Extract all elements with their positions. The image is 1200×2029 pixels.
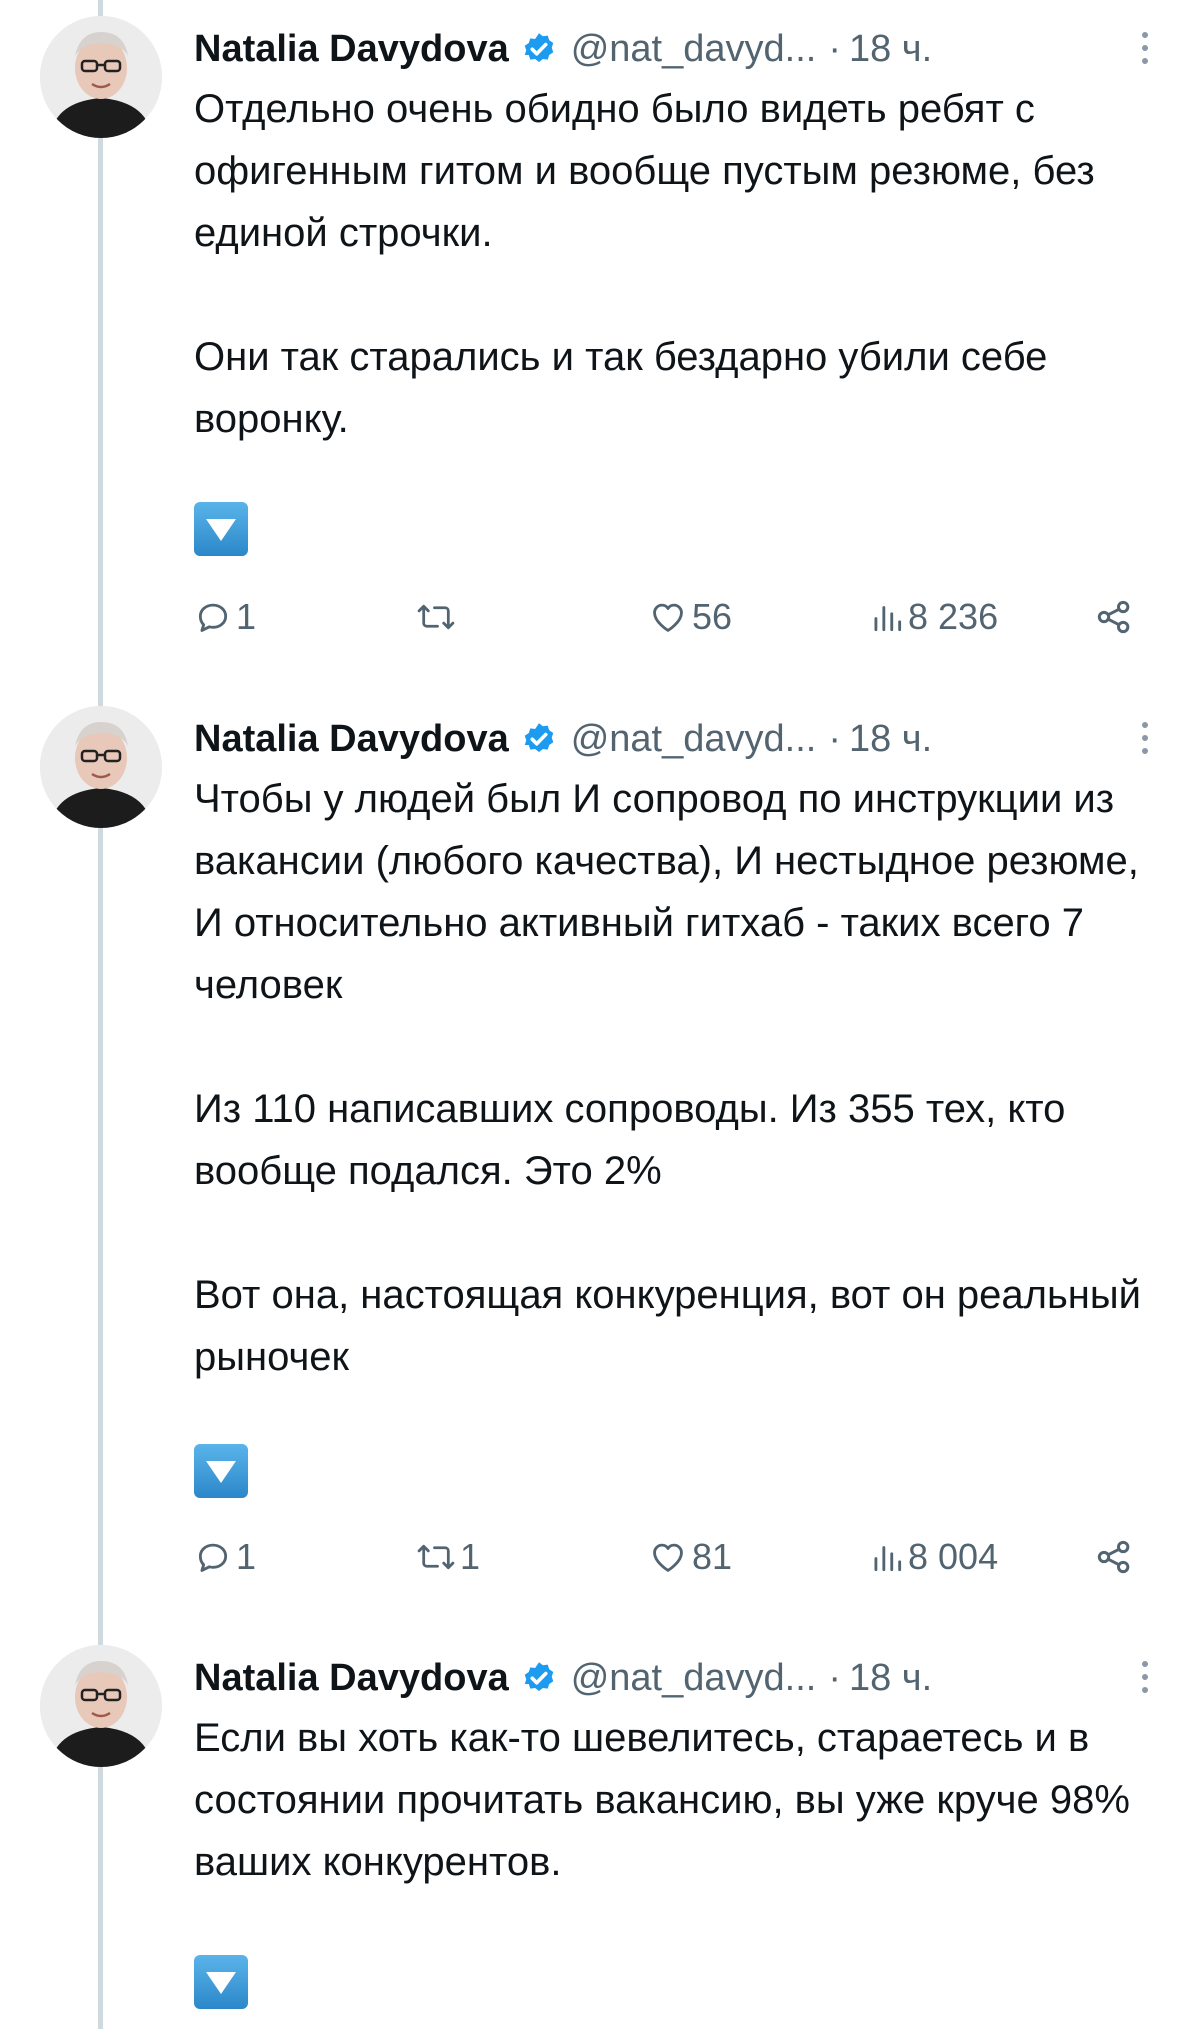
separator-dot: · — [828, 717, 841, 760]
like-count: 56 — [692, 596, 733, 637]
tweet-text: Чтобы у людей был И сопровод по инструкц… — [194, 768, 1176, 1388]
share-icon — [1097, 1540, 1130, 1574]
views-icon — [874, 1546, 902, 1572]
tweet-header: Natalia Davydova @nat_davyd... · 18 ч. — [194, 1653, 1160, 1703]
avatar[interactable] — [40, 706, 162, 828]
like-count: 81 — [692, 1536, 733, 1577]
tweet-text: Если вы хоть как-то шевелитесь, стараете… — [194, 1707, 1176, 1893]
author-name[interactable]: Natalia Davydova — [194, 28, 509, 71]
more-options-icon[interactable] — [1142, 1661, 1150, 1695]
verified-badge-icon — [521, 1660, 557, 1696]
heart-icon — [653, 603, 683, 632]
repost-icon — [417, 604, 455, 630]
separator-dot: · — [828, 27, 841, 70]
tweet-actions: 1 56 8 236 — [194, 592, 1146, 642]
views-count: 8 236 — [908, 596, 999, 637]
tweet-actions: 1 1 81 8 004 — [194, 1532, 1146, 1582]
repost-button[interactable] — [416, 592, 460, 642]
avatar[interactable] — [40, 1645, 162, 1767]
more-options-icon[interactable] — [1142, 32, 1150, 66]
reply-count: 1 — [236, 596, 257, 637]
more-options-icon[interactable] — [1142, 722, 1150, 756]
tweet-paragraph: Вот она, настоящая конкуренция, вот он р… — [194, 1273, 1141, 1379]
views-button[interactable]: 8 236 — [870, 592, 998, 642]
views-button[interactable]: 8 004 — [870, 1532, 998, 1582]
timestamp[interactable]: 18 ч. — [849, 1657, 932, 1700]
reply-button[interactable]: 1 — [194, 592, 256, 642]
reply-button[interactable]: 1 — [194, 1532, 256, 1582]
author-name[interactable]: Natalia Davydova — [194, 1657, 509, 1700]
author-handle[interactable]: @nat_davyd... — [571, 718, 817, 761]
tweet-paragraph: Они так старались и так бездарно убили с… — [194, 335, 1048, 441]
reply-icon — [198, 603, 228, 632]
tweet-paragraph: Из 110 написавших сопроводы. Из 355 тех,… — [194, 1087, 1066, 1193]
views-count: 8 004 — [908, 1536, 999, 1577]
author-handle[interactable]: @nat_davyd... — [571, 1657, 817, 1700]
tweet-paragraph: Если вы хоть как-то шевелитесь, стараете… — [194, 1716, 1130, 1884]
down-arrow-button-emoji — [194, 1444, 248, 1498]
reply-count: 1 — [236, 1536, 257, 1577]
verified-badge-icon — [521, 31, 557, 67]
avatar[interactable] — [40, 16, 162, 138]
verified-badge-icon — [521, 721, 557, 757]
heart-icon — [653, 1543, 683, 1572]
share-button[interactable] — [1094, 1532, 1134, 1582]
tweet-paragraph: Чтобы у людей был И сопровод по инструкц… — [194, 777, 1139, 1007]
like-button[interactable]: 56 — [648, 592, 732, 642]
down-arrow-button-emoji — [194, 502, 248, 556]
share-button[interactable] — [1094, 592, 1134, 642]
like-button[interactable]: 81 — [648, 1532, 732, 1582]
tweet-header: Natalia Davydova @nat_davyd... · 18 ч. — [194, 714, 1160, 764]
views-icon — [874, 606, 902, 632]
share-icon — [1097, 600, 1130, 634]
tweet-text: Отдельно очень обидно было видеть ребят … — [194, 78, 1176, 450]
reply-icon — [198, 1543, 228, 1572]
repost-icon — [417, 1544, 455, 1570]
repost-button[interactable]: 1 — [416, 1532, 480, 1582]
tweet-paragraph: Отдельно очень обидно было видеть ребят … — [194, 87, 1095, 255]
down-arrow-button-emoji — [194, 1955, 248, 2009]
separator-dot: · — [828, 1656, 841, 1699]
author-name[interactable]: Natalia Davydova — [194, 718, 509, 761]
author-handle[interactable]: @nat_davyd... — [571, 28, 817, 71]
repost-count: 1 — [460, 1536, 481, 1577]
tweet-header: Natalia Davydova @nat_davyd... · 18 ч. — [194, 24, 1160, 74]
timestamp[interactable]: 18 ч. — [849, 718, 932, 761]
timestamp[interactable]: 18 ч. — [849, 28, 932, 71]
